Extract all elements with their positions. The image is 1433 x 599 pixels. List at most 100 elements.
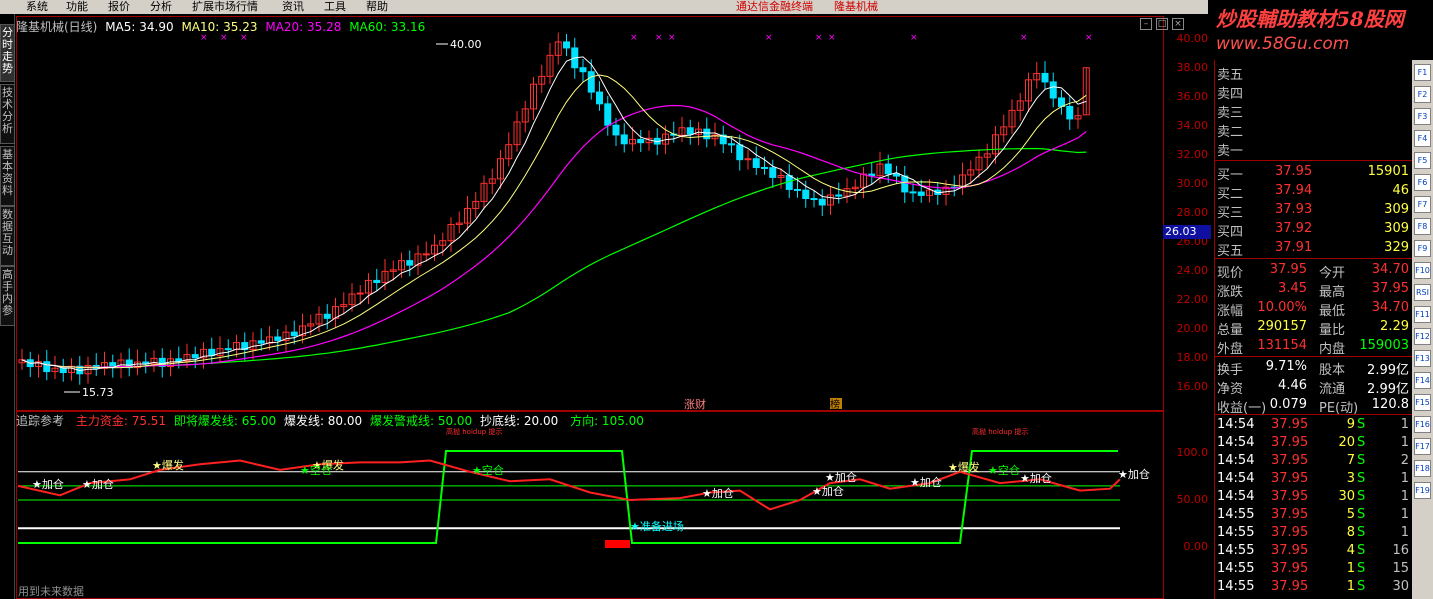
toolbar-f15-icon[interactable]: F15: [1414, 394, 1431, 411]
fund-value: 0.079: [1269, 397, 1307, 412]
toolbar-f10-icon[interactable]: F10: [1414, 262, 1431, 279]
toolbar-f16-icon[interactable]: F16: [1414, 416, 1431, 433]
fund-value: 2.99亿: [1367, 382, 1409, 397]
tick-count: 1: [1400, 471, 1409, 486]
top-marker-icon: ×: [1085, 33, 1093, 43]
toolbar-f11-icon[interactable]: F11: [1414, 306, 1431, 323]
fundamental-row: 净资 4.46 流通 2.99亿: [1215, 377, 1413, 397]
candle-body: [596, 91, 603, 105]
price-tick: 38.00: [1176, 61, 1209, 74]
indicator-direction: 方向: 105.00: [570, 414, 644, 428]
tick-side: S: [1357, 561, 1366, 576]
candle-body: [637, 138, 645, 144]
candle-body: [818, 198, 826, 206]
sell-level: 卖四: [1215, 82, 1413, 102]
tick-price: 37.95: [1271, 525, 1309, 540]
buy-price: 37.95: [1275, 164, 1313, 179]
sell-label: 卖四: [1217, 87, 1244, 102]
fundamental-row: 换手 9.71% 股本 2.99亿: [1215, 358, 1413, 378]
stat-row: 外盘 131154 内盘 159003: [1215, 337, 1413, 357]
top-warning-note: 高抛 holdup 提示: [972, 427, 1028, 436]
tick-side: S: [1357, 543, 1366, 558]
candle-body: [612, 124, 620, 136]
event-tag: 榜: [830, 398, 840, 411]
sell-label: 卖一: [1217, 144, 1244, 159]
candle-body: [901, 175, 909, 193]
buy-level: 买二 37.94 46: [1215, 182, 1413, 202]
right-toolbar: F1 F2 F3 F4 F5 F6 F7 F8 F9 F10 RSI F11 F12 F13 F14 F15 F…: [1412, 60, 1433, 599]
price-tick: 40.00: [1176, 32, 1209, 45]
ma5-label: MA5: 34.90: [105, 20, 174, 34]
stat-row: 总量 290157 量比 2.29: [1215, 318, 1413, 338]
candle-body: [175, 358, 183, 362]
ma20-line: [21, 104, 1087, 369]
candle-body: [274, 336, 282, 341]
top-marker-icon: ×: [1020, 33, 1028, 43]
fund-label: 净资: [1217, 382, 1244, 397]
toolbar-f9-icon[interactable]: F9: [1414, 240, 1431, 257]
tick-price: 37.95: [1271, 471, 1309, 486]
candle-body: [769, 167, 777, 178]
fundamental-row: 收益(一) 0.079 PE(动) 120.8: [1215, 396, 1413, 416]
tick-time: 14:55: [1217, 579, 1255, 594]
tick-volume: 7: [1346, 453, 1355, 468]
tick-row: 14:54 37.95 3 S 1: [1215, 470, 1413, 488]
minimize-icon[interactable]: –: [1140, 18, 1152, 30]
toolbar-f14-icon[interactable]: F14: [1414, 372, 1431, 389]
tick-side: S: [1357, 417, 1366, 432]
toolbar-f19-icon[interactable]: F19: [1414, 482, 1431, 499]
toolbar-f2-icon[interactable]: F2: [1414, 86, 1431, 103]
tick-price: 37.95: [1271, 507, 1309, 522]
ma10-label: MA10: 35.23: [181, 20, 258, 34]
toolbar-f7-icon[interactable]: F7: [1414, 196, 1431, 213]
toolbar-f13-icon[interactable]: F13: [1414, 350, 1431, 367]
candle-body: [1049, 81, 1057, 99]
buy-label: 买三: [1217, 206, 1244, 221]
candle-body: [794, 188, 801, 191]
watermark-title: 炒股輔助教材58股网: [1216, 7, 1404, 31]
stat-label: 涨幅: [1217, 304, 1244, 319]
toolbar-rsi-icon[interactable]: RSI: [1414, 284, 1431, 301]
watermark-url: www.58Gu.com: [1216, 34, 1350, 54]
candle-body: [736, 144, 744, 161]
stat-label: 最低: [1319, 304, 1346, 319]
toolbar-f1-icon[interactable]: F1: [1414, 64, 1431, 81]
tick-time: 14:54: [1217, 471, 1255, 486]
toolbar-f8-icon[interactable]: F8: [1414, 218, 1431, 235]
tick-time: 14:55: [1217, 543, 1255, 558]
candle-body: [579, 67, 587, 73]
stat-value: 37.95: [1269, 262, 1307, 277]
sell-label: 卖三: [1217, 106, 1244, 121]
toolbar-f12-icon[interactable]: F12: [1414, 328, 1431, 345]
toolbar-f4-icon[interactable]: F4: [1414, 130, 1431, 147]
watermark: 炒股輔助教材58股网 www.58Gu.com: [1208, 0, 1433, 60]
tick-count: 16: [1392, 543, 1409, 558]
footer-note: 用到未来数据: [18, 585, 84, 598]
stat-label: 涨跌: [1217, 285, 1244, 300]
toolbar-f3-icon[interactable]: F3: [1414, 108, 1431, 125]
top-marker-icon: ×: [655, 33, 663, 43]
tick-side: S: [1357, 489, 1366, 504]
buy-label: 买一: [1217, 168, 1244, 183]
top-marker-icon: ×: [765, 33, 773, 43]
price-tick: 22.00: [1176, 293, 1209, 306]
chart-canvas: × × × × × × × × × × × ×40.0015.73涨财 榜★加仓 ★加仓★爆发 ★爆发★空仓…: [17, 32, 1150, 548]
toolbar-f18-icon[interactable]: F18: [1414, 460, 1431, 477]
ma20-label: MA20: 35.28: [265, 20, 342, 34]
candle-body: [224, 348, 232, 351]
toolbar-f6-icon[interactable]: F6: [1414, 174, 1431, 191]
low-price-label: 15.73: [82, 386, 114, 399]
candle-body: [909, 191, 917, 194]
tick-count: 15: [1392, 561, 1409, 576]
tick-volume: 5: [1346, 507, 1355, 522]
stat-row: 涨跌 3.45 最高 37.95: [1215, 280, 1413, 300]
candle-body: [43, 361, 51, 373]
tick-price: 37.95: [1271, 579, 1309, 594]
toolbar-f5-icon[interactable]: F5: [1414, 152, 1431, 169]
tick-price: 37.95: [1271, 453, 1309, 468]
ma60-label: MA60: 33.16: [349, 20, 426, 34]
toolbar-f17-icon[interactable]: F17: [1414, 438, 1431, 455]
buy-level: 买五 37.91 329: [1215, 239, 1413, 259]
fund-value: 2.99亿: [1367, 363, 1409, 378]
price-tick: 36.00: [1176, 90, 1209, 103]
